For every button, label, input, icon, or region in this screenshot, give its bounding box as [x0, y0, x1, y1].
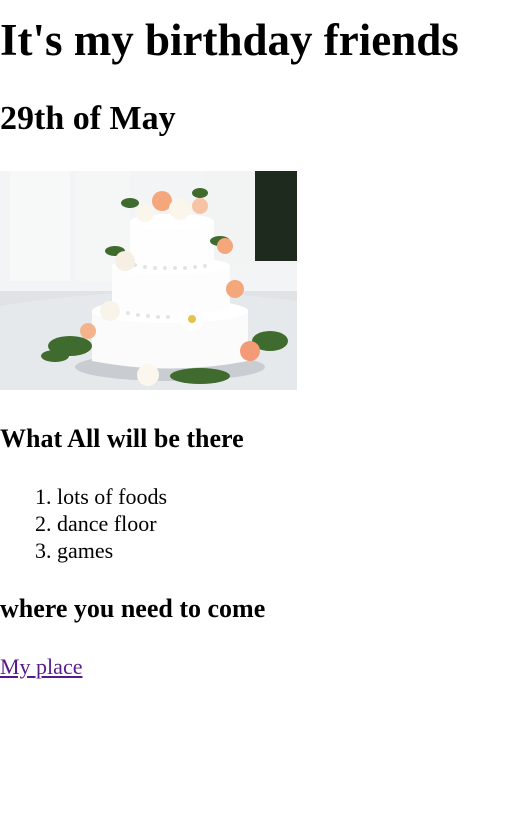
list-item: dance floor — [57, 510, 167, 537]
what-heading: What All will be there — [0, 424, 244, 453]
my-place-link[interactable]: My place — [0, 653, 82, 681]
list-item: games — [57, 537, 167, 564]
list-item: lots of foods — [57, 483, 167, 510]
activities-list: lots of foods dance floor games — [0, 483, 167, 564]
cake-illustration — [0, 171, 297, 390]
event-date: 29th of May — [0, 100, 176, 137]
page-title: It's my birthday friends — [0, 15, 459, 65]
page: It's my birthday friends 29th of May Wha… — [0, 0, 527, 828]
where-heading: where you need to come — [0, 594, 266, 623]
cake-image — [0, 171, 297, 390]
